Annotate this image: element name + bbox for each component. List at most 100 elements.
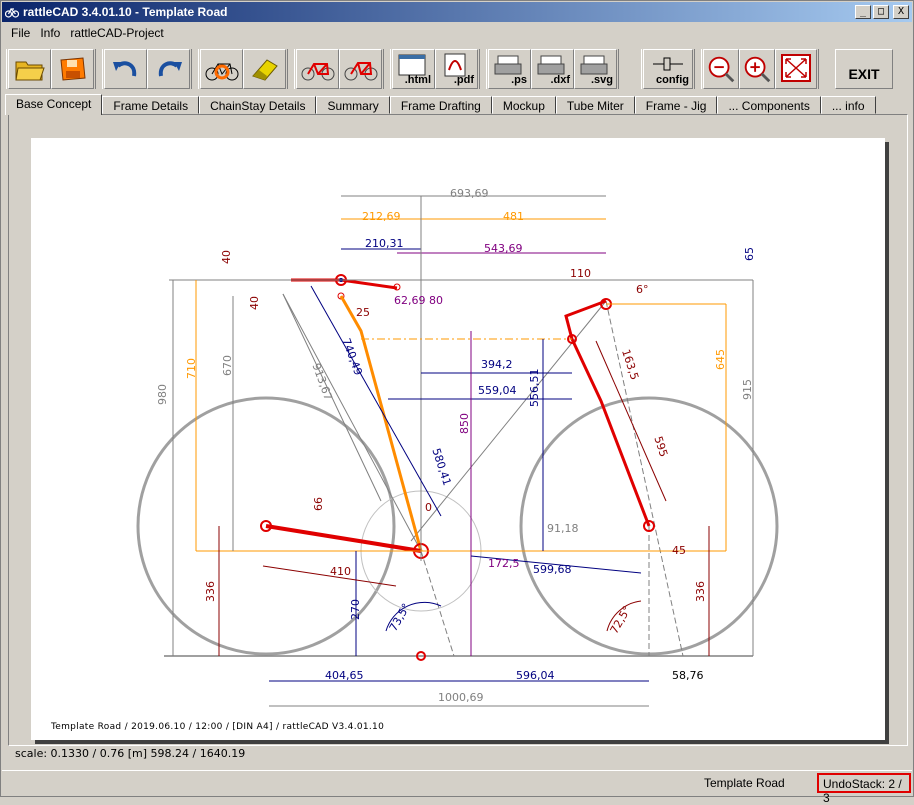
export-pdf-button[interactable]: .pdf (435, 49, 478, 89)
dim-label-599: 599,68 (533, 563, 572, 576)
dim-label-595: 595 (651, 435, 670, 459)
bike-geometry-drawing[interactable]: 693,69 212,69 481 210,31 543,69 65 40 40… (31, 138, 885, 740)
template-button[interactable] (200, 49, 243, 89)
fit-view-icon (781, 54, 811, 82)
bicycle-template-icon (205, 63, 238, 81)
menu-rattlecad-project[interactable]: rattleCAD-Project (65, 24, 168, 42)
tab-components[interactable]: ... Components (717, 96, 821, 114)
dim-label-40a: 40 (220, 250, 233, 264)
svg-label: .svg (590, 74, 613, 86)
dim-label-580: 580,41 (429, 447, 453, 488)
chain-stay (265, 524, 422, 553)
scale-readout: scale: 0.1330 / 0.76 [m] 598.24 / 1640.1… (15, 747, 246, 760)
bicycle-app-icon (5, 7, 19, 18)
window-title: rattleCAD 3.4.01.10 - Template Road (23, 5, 228, 19)
export-dxf-button[interactable]: .dxf (531, 49, 574, 89)
dim-label-913: 913,67 (309, 361, 334, 402)
dim-label-850: 850 (458, 413, 471, 434)
dim-label-740: 740,49 (339, 336, 364, 377)
ps-label: .ps (511, 74, 527, 86)
dim-label-66: 66 (312, 497, 325, 511)
tab-chainstay-details[interactable]: ChainStay Details (199, 96, 317, 114)
tab-frame-jig[interactable]: Frame - Jig (634, 96, 718, 114)
status-bar: Template Road UndoStack: 2 / 3 (2, 770, 912, 805)
zoom-out-icon (708, 56, 735, 83)
tab-tube-miter[interactable]: Tube Miter (555, 96, 635, 114)
title-bar: rattleCAD 3.4.01.10 - Template Road _ □ … (2, 2, 912, 22)
minimize-button[interactable]: _ (855, 5, 871, 19)
dim-label-980: 980 (156, 384, 169, 405)
dim-label-404: 404,65 (325, 669, 364, 682)
tab-frame-drafting[interactable]: Frame Drafting (389, 96, 492, 114)
redo-button[interactable] (147, 49, 190, 89)
undo-arrow-icon (112, 61, 136, 77)
zoom-out-button[interactable] (703, 49, 739, 89)
tab-frame-details[interactable]: Frame Details (102, 96, 200, 114)
dim-label-543: 543,69 (484, 242, 523, 255)
dim-label-210: 210,31 (365, 237, 404, 250)
dim-label-0: 0 (425, 501, 432, 514)
dim-label-212: 212,69 (362, 210, 401, 223)
toolbar: .html .pdf .ps .dxf .svg config EXIT (2, 47, 912, 91)
dim-label-710: 710 (185, 358, 198, 379)
app-window: rattleCAD 3.4.01.10 - Template Road _ □ … (0, 0, 914, 805)
dim-label-556: 556,51 (528, 369, 541, 408)
dim-label-336-rear: 336 (204, 581, 217, 602)
dim-label-45: 45 (672, 544, 686, 557)
dim-label-40b: 40 (248, 296, 261, 310)
export-svg-button[interactable]: .svg (574, 49, 617, 89)
tab-bar: Base Concept Frame Details ChainStay Det… (5, 94, 876, 115)
tab-base-concept[interactable]: Base Concept (5, 94, 103, 115)
close-button[interactable]: X (893, 5, 909, 19)
menu-file[interactable]: File (6, 24, 35, 42)
dim-label-25: 25 (356, 306, 370, 319)
dim-label-670: 670 (221, 355, 234, 376)
status-document-name: Template Road (704, 776, 785, 790)
menu-info[interactable]: Info (35, 24, 65, 42)
pdf-label: .pdf (453, 74, 474, 86)
tab-mockup[interactable]: Mockup (491, 96, 556, 114)
eraser-icon (251, 59, 278, 81)
stack-grey-line (282, 293, 422, 552)
dim-label-1000: 1000,69 (438, 691, 484, 704)
dim-label-596: 596,04 (516, 669, 555, 682)
dim-label-645: 645 (714, 349, 727, 370)
undo-button[interactable] (104, 49, 147, 89)
export-html-button[interactable]: .html (392, 49, 435, 89)
dim-label-481: 481 (503, 210, 524, 223)
dim-label-336-front: 336 (694, 581, 707, 602)
config-label: config (656, 74, 689, 86)
open-button[interactable] (8, 49, 51, 89)
dxf-label: .dxf (550, 74, 570, 86)
exit-button[interactable]: EXIT (835, 49, 893, 89)
html-label: .html (404, 74, 431, 86)
dim-label-394: 394,2 (481, 358, 513, 371)
config-button[interactable]: config (643, 49, 693, 89)
floppy-save-icon (59, 57, 86, 81)
redo-arrow-icon (158, 61, 182, 77)
tab-summary[interactable]: Summary (316, 96, 390, 114)
save-button[interactable] (51, 49, 94, 89)
dim-label-1725: 172,5 (488, 557, 520, 570)
dim-label-65: 65 (743, 247, 756, 261)
dim-label-6: 6° (636, 283, 649, 296)
frame-view-button[interactable] (296, 49, 339, 89)
drawing-footer-note: Template Road / 2019.06.10 / 12:00 / [DI… (51, 722, 385, 732)
zoom-in-button[interactable] (739, 49, 775, 89)
dim-label-seat-angle: 73,5° (387, 601, 413, 633)
head-axis-line (605, 300, 684, 657)
clear-button[interactable] (243, 49, 286, 89)
frame-compare-button[interactable] (339, 49, 382, 89)
dim-label-5876: 58,76 (672, 669, 704, 682)
fit-view-button[interactable] (775, 49, 817, 89)
dim-label-915: 915 (741, 379, 754, 400)
export-ps-button[interactable]: .ps (488, 49, 531, 89)
zoom-in-icon (744, 56, 771, 83)
folder-open-icon (14, 61, 45, 81)
tab-info[interactable]: ... info (820, 96, 876, 114)
maximize-button[interactable]: □ (873, 5, 889, 19)
dim-label-80: 80 (429, 294, 443, 307)
undo-stack-indicator: UndoStack: 2 / 3 (817, 773, 911, 805)
dim-label-6269: 62,69 (394, 294, 426, 307)
dim-label-559: 559,04 (478, 384, 517, 397)
